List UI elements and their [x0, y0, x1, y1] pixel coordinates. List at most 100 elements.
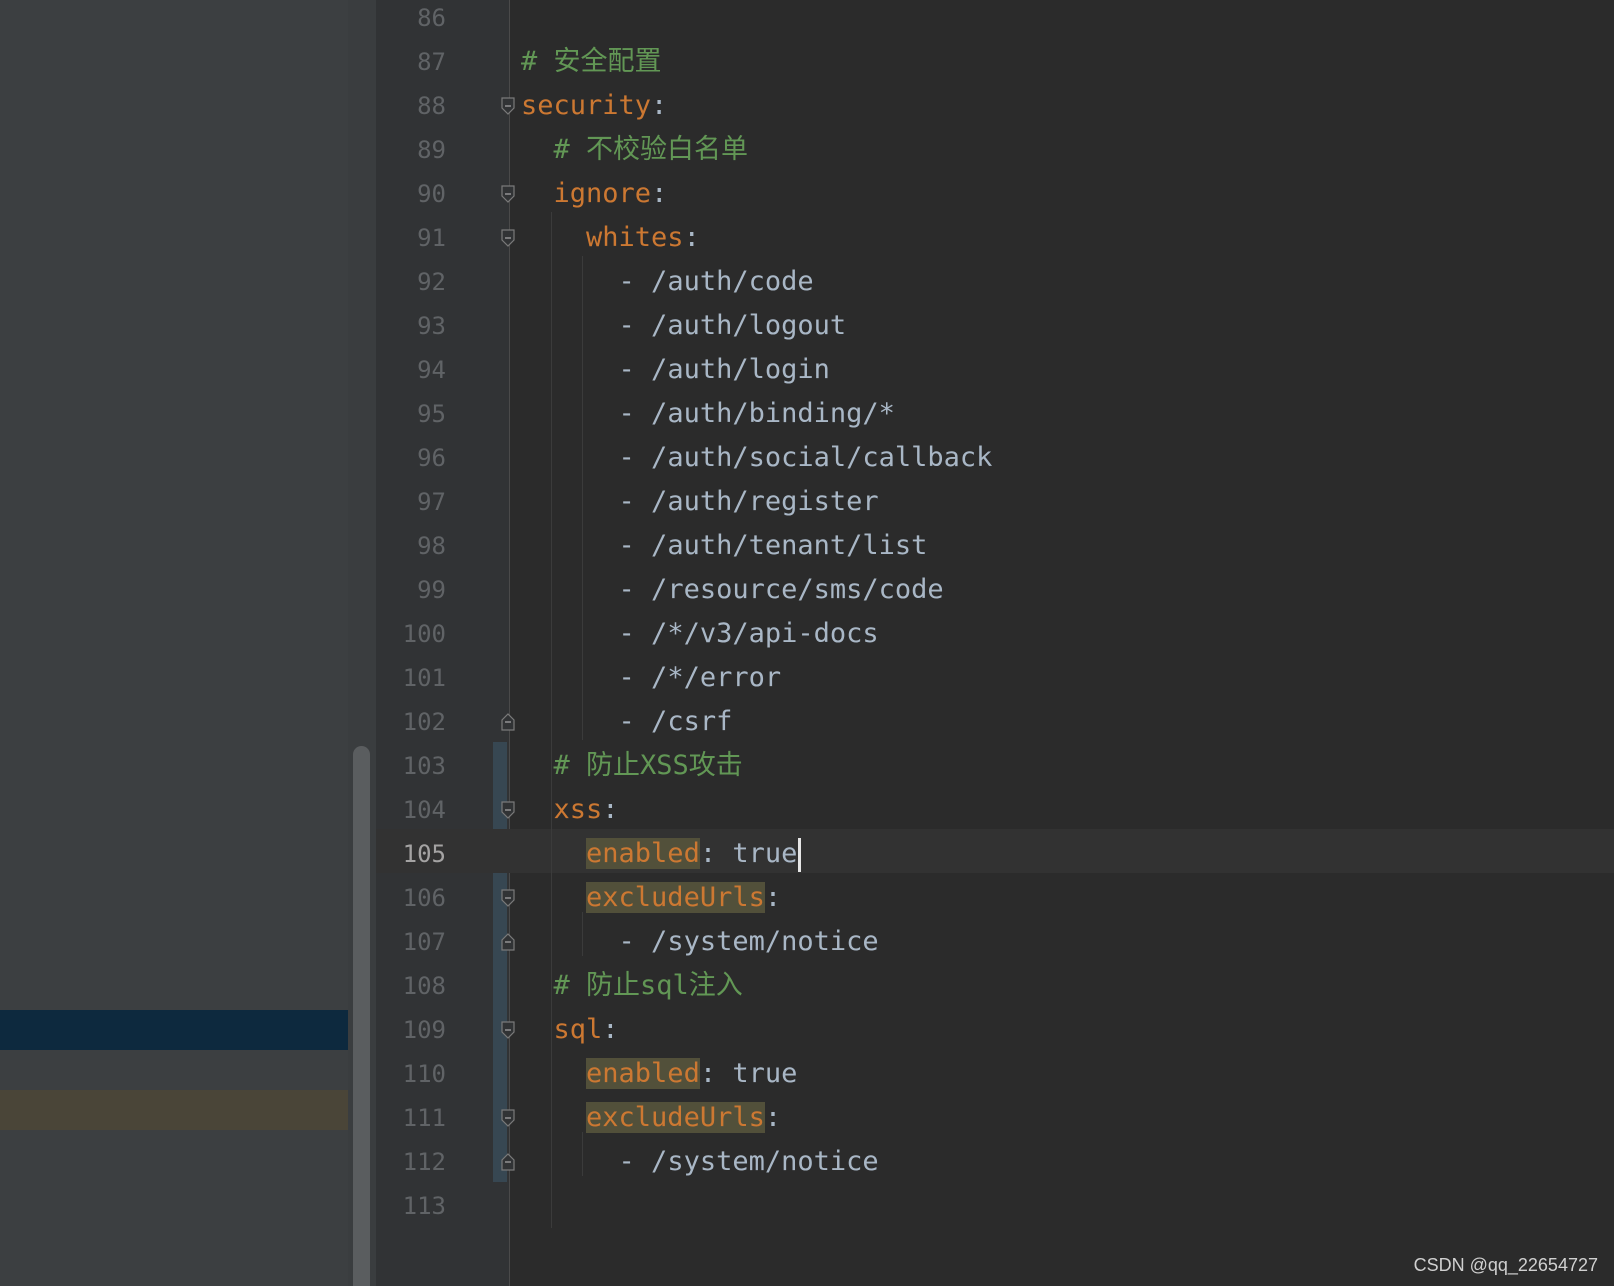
- code-line[interactable]: # 安全配置: [521, 44, 992, 88]
- code-line[interactable]: - /auth/logout: [521, 308, 992, 352]
- code-line[interactable]: - /*/error: [521, 660, 992, 704]
- fold-toggle-icon[interactable]: [501, 933, 515, 951]
- yaml-key: excludeUrls: [586, 882, 765, 913]
- yaml-list-item: - /*/v3/api-docs: [618, 618, 879, 649]
- code-line[interactable]: - /auth/binding/*: [521, 396, 992, 440]
- code-line[interactable]: - /auth/social/callback: [521, 440, 993, 484]
- yaml-list-item: - /auth/tenant/list: [618, 530, 928, 561]
- line-number: 95: [417, 400, 446, 428]
- yaml-separator: :: [764, 1102, 782, 1133]
- yaml-list-item: - /system/notice: [618, 1146, 879, 1177]
- code-line[interactable]: - /system/notice: [521, 924, 992, 968]
- fold-toggle-icon[interactable]: [501, 1021, 515, 1039]
- code-line[interactable]: [521, 1188, 992, 1232]
- code-line[interactable]: sql:: [521, 1012, 992, 1056]
- line-number: 110: [402, 1060, 446, 1088]
- fold-toggle-icon[interactable]: [501, 185, 515, 203]
- fold-toggle-icon[interactable]: [501, 1109, 515, 1127]
- vertical-scrollbar-thumb[interactable]: [353, 746, 370, 1286]
- yaml-separator: :: [602, 1014, 619, 1045]
- yaml-comment: # 防止sql注入: [553, 970, 743, 1001]
- line-number: 99: [417, 576, 446, 604]
- line-number: 90: [417, 180, 446, 208]
- line-number: 91: [417, 224, 446, 252]
- yaml-list-item: - /system/notice: [618, 926, 879, 957]
- code-line[interactable]: - /auth/tenant/list: [521, 528, 992, 572]
- line-number: 94: [417, 356, 446, 384]
- text-caret: [798, 837, 802, 872]
- selected-tree-row[interactable]: [0, 1010, 348, 1050]
- yaml-comment: # 不校验白名单: [553, 134, 749, 165]
- line-number: 104: [402, 796, 446, 824]
- yaml-comment: # 防止XSS攻击: [553, 750, 743, 781]
- line-number: 93: [417, 312, 446, 340]
- line-number: 108: [402, 972, 446, 1000]
- yaml-key: enabled: [586, 838, 700, 869]
- yaml-separator: :: [764, 882, 782, 913]
- line-number: 111: [402, 1104, 446, 1132]
- yaml-list-item: - /csrf: [618, 706, 733, 737]
- code-line[interactable]: - /csrf: [521, 704, 992, 748]
- code-line[interactable]: [521, 0, 992, 44]
- code-line[interactable]: - /auth/register: [521, 484, 992, 528]
- code-line[interactable]: excludeUrls:: [521, 880, 992, 924]
- yaml-list-item: - /resource/sms/code: [618, 574, 944, 605]
- fold-toggle-icon[interactable]: [501, 1153, 515, 1171]
- code-line[interactable]: - /system/notice: [521, 1144, 992, 1188]
- code-line[interactable]: - /auth/code: [521, 264, 992, 308]
- yaml-value: true: [732, 1058, 798, 1089]
- code-line[interactable]: whites:: [521, 220, 992, 264]
- yaml-key: security: [521, 90, 652, 121]
- fold-toggle-icon[interactable]: [501, 801, 515, 819]
- fold-toggle-icon[interactable]: [501, 229, 515, 247]
- code-line[interactable]: ignore:: [521, 176, 992, 220]
- code-line[interactable]: # 防止sql注入: [521, 968, 992, 1012]
- line-number: 98: [417, 532, 446, 560]
- line-number: 86: [417, 4, 446, 32]
- code-line[interactable]: enabled: true: [521, 1056, 992, 1100]
- code-line[interactable]: security:: [521, 88, 992, 132]
- code-line[interactable]: - /*/v3/api-docs: [521, 616, 992, 660]
- code-line[interactable]: # 防止XSS攻击: [521, 748, 992, 792]
- code-line[interactable]: - /auth/login: [521, 352, 992, 396]
- code-line[interactable]: # 不校验白名单: [521, 132, 992, 176]
- code-line[interactable]: enabled: true: [521, 836, 992, 880]
- yaml-separator: :: [651, 178, 668, 209]
- line-number: 103: [402, 752, 446, 780]
- watermark: CSDN @qq_22654727: [1413, 1255, 1598, 1275]
- line-number: 101: [402, 664, 446, 692]
- code-line[interactable]: xss:: [521, 792, 992, 836]
- fold-toggle-icon[interactable]: [501, 97, 515, 115]
- fold-toggle-icon[interactable]: [501, 713, 515, 731]
- fold-toggle-icon[interactable]: [501, 889, 515, 907]
- highlighted-tree-row[interactable]: [0, 1090, 348, 1130]
- code-editor[interactable]: # 安全配置 security: # 不校验白名单 ignore: whites:…: [521, 0, 992, 1232]
- yaml-key: enabled: [586, 1058, 700, 1089]
- code-line[interactable]: - /resource/sms/code: [521, 572, 992, 616]
- yaml-list-item: - /auth/social/callback: [618, 442, 993, 473]
- yaml-separator: :: [699, 838, 733, 869]
- yaml-list-item: - /auth/register: [618, 486, 879, 517]
- line-number: 102: [402, 708, 446, 736]
- yaml-comment: # 安全配置: [521, 46, 662, 77]
- line-number: 107: [402, 928, 446, 956]
- code-line[interactable]: excludeUrls:: [521, 1100, 992, 1144]
